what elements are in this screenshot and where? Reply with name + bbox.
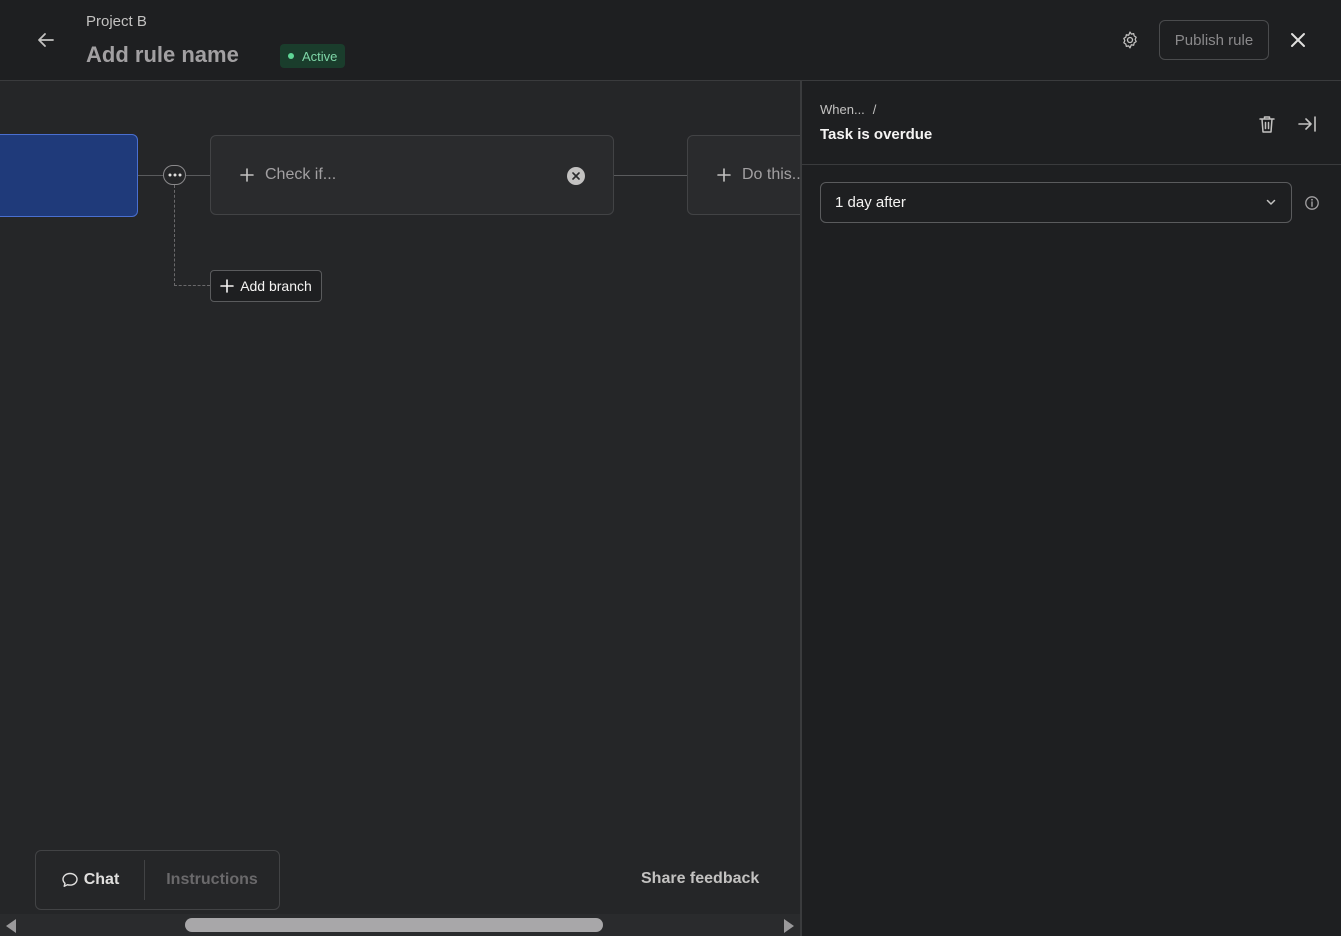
check-if-node[interactable]: Check if...: [210, 135, 614, 215]
add-branch-label: Add branch: [240, 278, 312, 294]
trigger-node[interactable]: [0, 134, 138, 217]
chevron-down-icon: [1265, 196, 1277, 208]
plus-icon: [716, 167, 732, 183]
project-name[interactable]: Project B: [86, 13, 147, 30]
tab-instructions[interactable]: Instructions: [145, 860, 279, 900]
chat-instructions-toggle: Chat Instructions: [35, 850, 280, 910]
rule-canvas[interactable]: Check if... Do this... Add branch Chat I…: [0, 81, 800, 936]
do-this-node[interactable]: Do this...: [687, 135, 800, 215]
status-badge[interactable]: Active: [280, 44, 346, 68]
branch-connector: [174, 285, 210, 286]
more-dots-icon: [168, 173, 181, 177]
publish-rule-button[interactable]: Publish rule: [1159, 20, 1269, 60]
check-if-label: Check if...: [265, 166, 337, 183]
arrow-left-icon: [38, 33, 54, 47]
info-icon[interactable]: [1304, 195, 1320, 211]
connector-line: [138, 175, 163, 176]
plus-icon: [239, 167, 255, 183]
scrollbar-thumb[interactable]: [185, 918, 603, 932]
breadcrumb-separator: /: [872, 102, 877, 117]
panel-header: When... / Task is overdue: [802, 81, 1341, 165]
add-branch-button[interactable]: Add branch: [210, 270, 322, 302]
close-button[interactable]: [1282, 24, 1314, 56]
scroll-right-icon[interactable]: [784, 919, 794, 933]
collapse-right-icon: [1298, 116, 1316, 132]
trigger-details-panel: When... / Task is overdue 1 day after: [800, 81, 1341, 936]
breadcrumb-item[interactable]: When...: [820, 102, 865, 117]
close-circle-icon: [572, 172, 580, 180]
plus-icon: [220, 279, 234, 293]
collapse-panel-button[interactable]: [1294, 111, 1320, 137]
close-icon: [1291, 33, 1305, 47]
tab-chat[interactable]: Chat: [36, 860, 144, 900]
status-label: Active: [302, 48, 338, 64]
trash-icon: [1259, 116, 1275, 133]
delete-trigger-button[interactable]: [1254, 111, 1280, 137]
horizontal-scrollbar[interactable]: [0, 914, 800, 936]
scroll-left-icon[interactable]: [6, 919, 16, 933]
status-dot-icon: [288, 53, 294, 59]
more-options-button[interactable]: [163, 165, 186, 185]
connector-line: [186, 175, 210, 176]
settings-button[interactable]: [1114, 24, 1146, 56]
do-this-label: Do this...: [742, 166, 800, 183]
breadcrumb: When... /: [820, 102, 876, 117]
connector-line: [614, 175, 687, 176]
overdue-timing-select[interactable]: 1 day after: [820, 182, 1292, 223]
chat-bubble-icon: [62, 872, 78, 887]
gear-icon: [1123, 31, 1137, 49]
select-value: 1 day after: [835, 194, 906, 211]
chat-label: Chat: [83, 871, 120, 888]
share-feedback-link[interactable]: Share feedback: [641, 870, 759, 888]
branch-connector: [174, 185, 175, 286]
top-header: Project B Add rule name Active Publish r…: [0, 0, 1341, 81]
panel-title: Task is overdue: [820, 126, 933, 143]
remove-condition-button[interactable]: [567, 167, 585, 185]
back-button[interactable]: [30, 24, 62, 56]
rule-name-field[interactable]: Add rule name: [86, 42, 239, 68]
